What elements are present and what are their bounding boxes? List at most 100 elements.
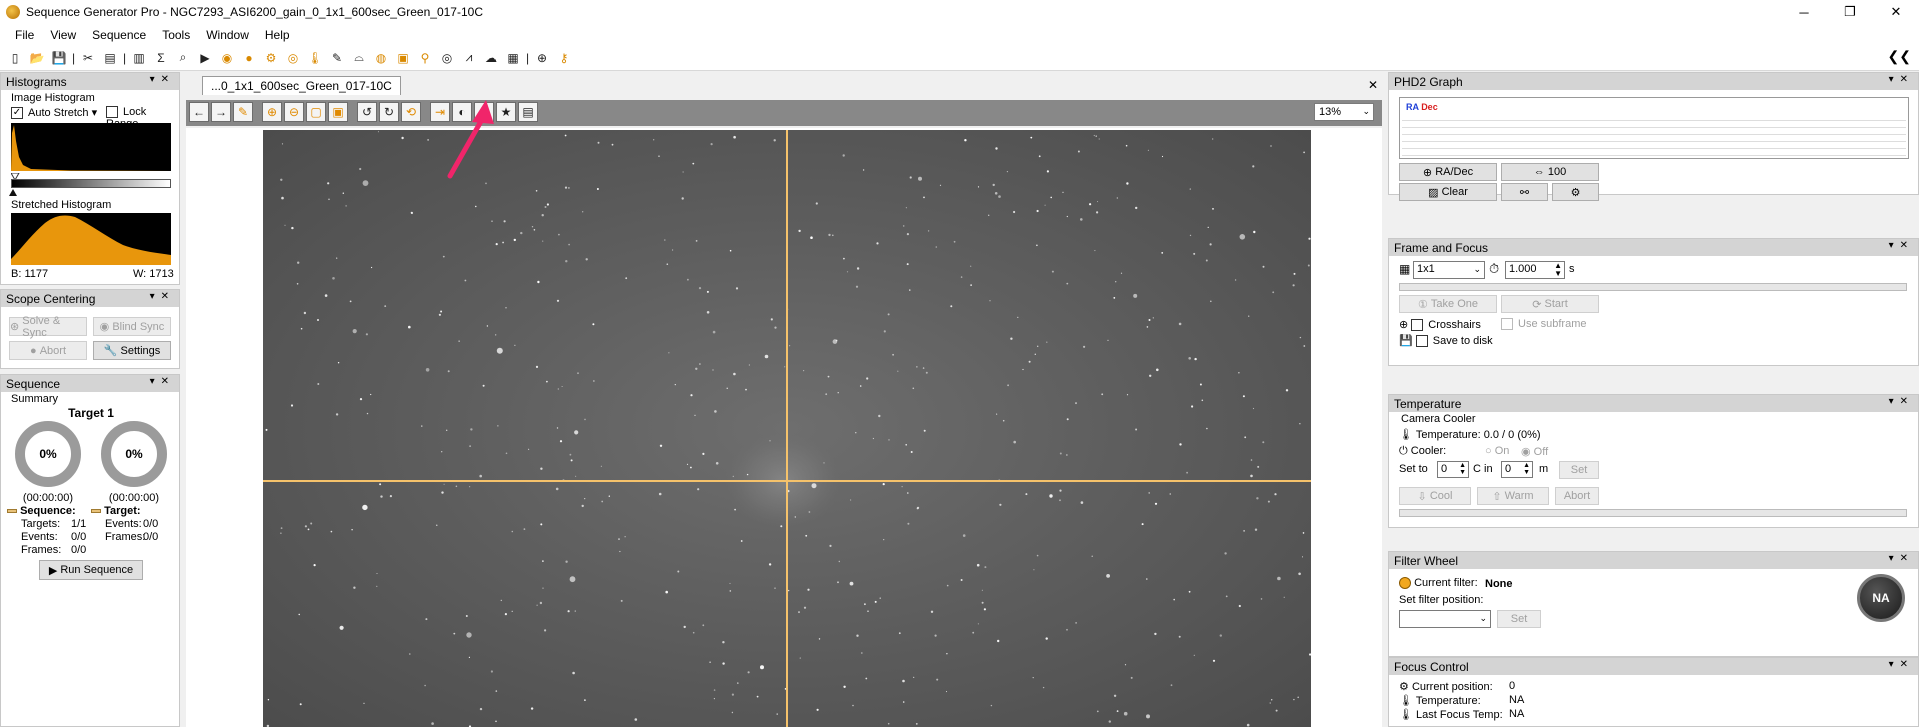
star	[906, 233, 910, 236]
graph-icon[interactable]: ⩘	[458, 47, 480, 69]
menu-sequence[interactable]: Sequence	[84, 28, 154, 42]
auto-stretch-checkbox[interactable]: ✓ Auto Stretch ▾	[11, 106, 98, 120]
sum-icon[interactable]: Σ	[150, 47, 172, 69]
image-viewport[interactable]	[186, 128, 1382, 727]
crosshairs-checkbox[interactable]: ⊕ Crosshairs	[1399, 318, 1481, 332]
temperature-icon[interactable]: 🌡	[304, 47, 326, 69]
collapse-panels-icon[interactable]: ❮❮	[1888, 48, 1911, 65]
zoom-in-icon[interactable]: ⊕	[262, 102, 282, 122]
close-button[interactable]: ✕	[1873, 0, 1919, 24]
exposure-input[interactable]: 1.000 ▲ ▼	[1505, 261, 1565, 279]
histogram-icon[interactable]: ▥	[128, 47, 150, 69]
cool-button[interactable]: ⇩ Cool	[1399, 487, 1471, 505]
crosshair-icon[interactable]: ⊕	[531, 47, 553, 69]
panel-controls-icon[interactable]: ▾✕	[150, 291, 175, 302]
forward-arrow-icon[interactable]: →	[211, 102, 231, 122]
star	[561, 386, 563, 387]
set-filter-button[interactable]: Set	[1497, 610, 1541, 628]
settings-button[interactable]: ⚙	[1552, 183, 1599, 201]
image-icon[interactable]: ▦	[502, 47, 524, 69]
cooler-on-radio[interactable]: ○ On	[1485, 445, 1509, 457]
set-temperature-button[interactable]: Set	[1559, 461, 1599, 479]
spinner-icon[interactable]: ▲ ▼	[1523, 462, 1530, 476]
panel-controls-icon[interactable]: ▾✕	[150, 74, 175, 85]
zoom-out-icon[interactable]: ⊖	[284, 102, 304, 122]
equipment-icon[interactable]: ✂	[77, 47, 99, 69]
filter-wheel-icon[interactable]: ●	[238, 47, 260, 69]
star	[495, 243, 498, 246]
cloud-icon[interactable]: ☁	[480, 47, 502, 69]
panel-controls-icon[interactable]: ▾✕	[1889, 240, 1914, 251]
blind-sync-button[interactable]: ◉ Blind Sync	[93, 317, 171, 336]
maximize-button[interactable]: ❐	[1827, 0, 1873, 24]
solve-sync-button[interactable]: ⊛ Solve & Sync	[9, 315, 87, 339]
save-to-disk-checkbox[interactable]: 💾 Save to disk	[1399, 334, 1493, 348]
panel-controls-icon[interactable]: ▾✕	[1889, 553, 1914, 564]
zoom-actual-icon[interactable]: ▣	[328, 102, 348, 122]
clear-graph-button[interactable]: ▨ Clear	[1399, 183, 1497, 201]
panel-controls-icon[interactable]: ▾✕	[1889, 659, 1914, 670]
binning-select[interactable]: 1x1 ⌄	[1413, 261, 1485, 279]
close-document-icon[interactable]: ✕	[1368, 78, 1378, 92]
chevron-down-icon[interactable]: ▾	[92, 107, 98, 119]
panel-controls-icon[interactable]: ▾✕	[1889, 396, 1914, 407]
cooler-off-radio[interactable]: ◉ Off	[1521, 445, 1548, 458]
spinner-icon[interactable]: ▲ ▼	[1554, 262, 1562, 278]
abort-centering-button[interactable]: ● Abort	[9, 341, 87, 360]
focuser-icon[interactable]: ◎	[282, 47, 304, 69]
menu-file[interactable]: File	[7, 28, 42, 42]
warm-button[interactable]: ⇧ Warm	[1477, 487, 1549, 505]
rotate-left-icon[interactable]: ↺	[357, 102, 377, 122]
panel-controls-icon[interactable]: ▾✕	[1889, 74, 1914, 85]
scale-button[interactable]: ⇔ 100	[1501, 163, 1599, 181]
star	[513, 238, 516, 242]
annotate-icon[interactable]: ✎	[233, 102, 253, 122]
run-sequence-button[interactable]: ▶ Run Sequence	[39, 560, 143, 580]
menu-view[interactable]: View	[42, 28, 84, 42]
guider-icon[interactable]: ⚲	[414, 47, 436, 69]
rotator-icon[interactable]: ◍	[370, 47, 392, 69]
search-icon[interactable]: ⌕	[172, 47, 194, 69]
play-icon[interactable]: ▶	[194, 47, 216, 69]
menu-help[interactable]: Help	[257, 28, 298, 42]
astro-image[interactable]	[263, 130, 1311, 727]
gear-icon[interactable]: ⚙	[260, 47, 282, 69]
flat-panel-icon[interactable]: ▣	[392, 47, 414, 69]
key-icon[interactable]: ⚷	[553, 47, 575, 69]
abort-cooling-button[interactable]: Abort	[1555, 487, 1599, 505]
star	[1173, 598, 1175, 601]
open-folder-icon[interactable]: 📂	[26, 47, 48, 69]
new-file-icon[interactable]: ▯	[4, 47, 26, 69]
flip-icon[interactable]: ⟲	[401, 102, 421, 122]
star	[936, 678, 939, 681]
star	[1113, 694, 1117, 697]
profile-icon[interactable]: ▤	[99, 47, 121, 69]
filter-position-select[interactable]: ⌄	[1399, 610, 1491, 628]
document-tab[interactable]: ...0_1x1_600sec_Green_017-10C	[202, 76, 401, 95]
dome-icon[interactable]: ⌓	[348, 47, 370, 69]
rotate-right-icon[interactable]: ↻	[379, 102, 399, 122]
set-temperature-input[interactable]: 0 ▲ ▼	[1437, 461, 1469, 478]
use-subframe-checkbox[interactable]: Use subframe	[1501, 318, 1586, 331]
minimize-button[interactable]: ─	[1781, 0, 1827, 24]
star	[712, 369, 714, 371]
zoom-select[interactable]: 13% ⌄	[1314, 103, 1374, 121]
radec-button[interactable]: ⊕ RA/Dec	[1399, 163, 1497, 181]
take-one-button[interactable]: ① Take One	[1399, 295, 1497, 313]
plate-solve-icon[interactable]: ✎	[326, 47, 348, 69]
connect-button[interactable]: ⚯	[1501, 183, 1548, 201]
stretch-gradient-bar[interactable]	[11, 179, 171, 188]
star	[349, 300, 352, 303]
start-button[interactable]: ⟳ Start	[1501, 295, 1599, 313]
settings-button[interactable]: 🔧 Settings	[93, 341, 171, 360]
back-arrow-icon[interactable]: ←	[189, 102, 209, 122]
spinner-icon[interactable]: ▲ ▼	[1459, 462, 1466, 476]
menu-tools[interactable]: Tools	[154, 28, 198, 42]
minutes-input[interactable]: 0 ▲ ▼	[1501, 461, 1533, 478]
camera-icon[interactable]: ◉	[216, 47, 238, 69]
zoom-fit-icon[interactable]: ▢	[306, 102, 326, 122]
save-icon[interactable]: 💾	[48, 47, 70, 69]
panel-controls-icon[interactable]: ▾✕	[150, 376, 175, 387]
target-icon[interactable]: ◎	[436, 47, 458, 69]
menu-window[interactable]: Window	[198, 28, 257, 42]
